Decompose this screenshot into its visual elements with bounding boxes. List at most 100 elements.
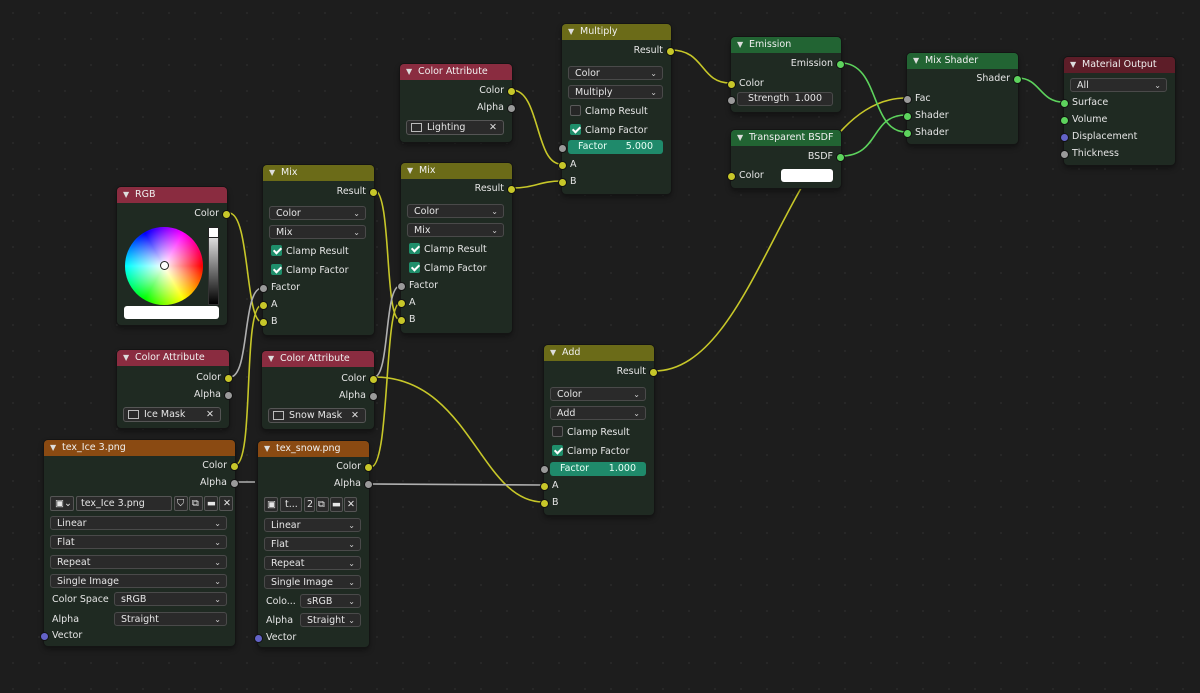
a-socket[interactable] <box>259 301 268 310</box>
checkbox-checked-icon[interactable] <box>409 262 420 273</box>
mix-node-2[interactable]: ▼ Mix Result Color ⌄ Mix ⌄ Clamp Result Cla… <box>397 163 516 333</box>
close-icon[interactable]: ✕ <box>219 496 233 511</box>
emission-socket[interactable] <box>836 60 845 69</box>
color-attribute-lighting-node[interactable]: ▼ Color Attribute Color Alpha Lighting ✕ <box>400 64 516 142</box>
color-swatch[interactable] <box>781 169 833 182</box>
clamp-factor-checkbox[interactable]: Clamp Factor <box>401 260 512 277</box>
mix-shader-node[interactable]: ▼ Mix Shader Shader Fac Shader Shader <box>903 53 1022 144</box>
extension-dropdown[interactable]: Repeat ⌄ <box>50 555 227 569</box>
collapse-chevron-icon[interactable]: ▼ <box>550 345 562 361</box>
factor-socket[interactable] <box>397 282 406 291</box>
projection-dropdown[interactable]: Flat ⌄ <box>264 537 361 551</box>
data-type-dropdown[interactable]: Color ⌄ <box>550 387 646 401</box>
collapse-chevron-icon[interactable]: ▼ <box>406 64 418 80</box>
image-texture-snow-node[interactable]: ▼ tex_snow.png Color Alpha ▣ t... 2 ⧉ ▬ ✕… <box>254 441 373 647</box>
clamp-result-checkbox[interactable]: Clamp Result <box>562 103 671 120</box>
result-socket[interactable] <box>666 47 675 56</box>
thickness-socket[interactable] <box>1060 150 1069 159</box>
factor-socket[interactable] <box>540 465 549 474</box>
collapse-chevron-icon[interactable]: ▼ <box>268 351 280 367</box>
node-header[interactable]: ▼ Color Attribute <box>262 351 374 367</box>
collapse-chevron-icon[interactable]: ▼ <box>737 37 749 53</box>
node-header[interactable]: ▼ RGB <box>117 187 227 203</box>
checkbox-checked-icon[interactable] <box>570 124 581 135</box>
fac-socket[interactable] <box>903 95 912 104</box>
node-header[interactable]: ▼ Color Attribute <box>117 350 229 366</box>
collapse-chevron-icon[interactable]: ▼ <box>913 53 925 69</box>
b-socket[interactable] <box>259 318 268 327</box>
alpha-socket[interactable] <box>230 479 239 488</box>
collapse-chevron-icon[interactable]: ▼ <box>407 163 419 179</box>
color-space-dropdown[interactable]: sRGB ⌄ <box>114 592 227 606</box>
alpha-socket[interactable] <box>507 104 516 113</box>
result-socket[interactable] <box>649 368 658 377</box>
extension-dropdown[interactable]: Repeat ⌄ <box>264 556 361 570</box>
image-selector[interactable]: ▣ t... 2 ⧉ ▬ ✕ <box>264 497 363 513</box>
collapse-chevron-icon[interactable]: ▼ <box>737 130 749 146</box>
collapse-chevron-icon[interactable]: ▼ <box>1070 57 1082 73</box>
target-dropdown[interactable]: All ⌄ <box>1070 78 1167 92</box>
vector-socket[interactable] <box>254 634 263 643</box>
color-socket[interactable] <box>224 374 233 383</box>
vector-socket[interactable] <box>40 632 49 641</box>
fake-user-shield-icon[interactable]: ⛉ <box>174 496 188 511</box>
alpha-socket[interactable] <box>364 480 373 489</box>
factor-field[interactable]: Factor 1.000 <box>550 462 646 476</box>
node-header[interactable]: ▼ Material Output <box>1064 57 1175 73</box>
color-socket[interactable] <box>364 463 373 472</box>
blend-mode-dropdown[interactable]: Add ⌄ <box>550 406 646 420</box>
color-socket[interactable] <box>507 87 516 96</box>
node-header[interactable]: ▼ Transparent BSDF <box>731 130 841 146</box>
color-wheel-cursor[interactable] <box>160 261 169 270</box>
alpha-socket[interactable] <box>224 391 233 400</box>
collapse-chevron-icon[interactable]: ▼ <box>269 165 281 181</box>
folder-icon[interactable]: ▬ <box>204 496 218 511</box>
clamp-factor-checkbox[interactable]: Clamp Factor <box>263 262 374 279</box>
b-socket[interactable] <box>397 316 406 325</box>
image-name-field[interactable]: tex_Ice 3.png <box>76 496 172 511</box>
node-header[interactable]: ▼ Mix <box>263 165 374 181</box>
strength-field[interactable]: Strength 1.000 <box>737 92 833 106</box>
clamp-result-checkbox[interactable]: Clamp Result <box>401 241 512 258</box>
a-socket[interactable] <box>540 482 549 491</box>
close-icon[interactable]: ✕ <box>344 497 357 512</box>
shader-socket[interactable] <box>1013 75 1022 84</box>
folder-icon[interactable]: ▬ <box>330 497 343 512</box>
rgb-node[interactable]: ▼ RGB Color <box>117 187 231 325</box>
node-header[interactable]: ▼ tex_Ice 3.png <box>44 440 235 456</box>
blend-mode-dropdown[interactable]: Mix ⌄ <box>269 225 366 239</box>
surface-socket[interactable] <box>1060 99 1069 108</box>
result-socket[interactable] <box>369 188 378 197</box>
clamp-result-checkbox[interactable]: Clamp Result <box>544 424 654 441</box>
color-socket[interactable] <box>230 462 239 471</box>
collapse-chevron-icon[interactable]: ▼ <box>50 440 62 456</box>
node-header[interactable]: ▼ tex_snow.png <box>258 441 369 457</box>
b-socket[interactable] <box>540 499 549 508</box>
color-space-dropdown[interactable]: sRGB ⌄ <box>300 594 361 608</box>
clamp-result-checkbox[interactable]: Clamp Result <box>263 243 374 260</box>
image-selector[interactable]: ▣⌄ tex_Ice 3.png ⛉ ⧉ ▬ ✕ <box>50 496 233 512</box>
checkbox-checked-icon[interactable] <box>552 445 563 456</box>
data-type-dropdown[interactable]: Color ⌄ <box>269 206 366 220</box>
clear-icon[interactable]: ✕ <box>206 408 214 422</box>
source-dropdown[interactable]: Single Image ⌄ <box>50 574 227 588</box>
attribute-field[interactable]: Snow Mask ✕ <box>268 408 366 423</box>
checkbox-checked-icon[interactable] <box>271 245 282 256</box>
checkbox-checked-icon[interactable] <box>271 264 282 275</box>
blend-mode-dropdown[interactable]: Mix ⌄ <box>407 223 504 237</box>
collapse-chevron-icon[interactable]: ▼ <box>123 350 135 366</box>
node-header[interactable]: ▼ Add <box>544 345 654 361</box>
clamp-factor-checkbox[interactable]: Clamp Factor <box>562 122 671 139</box>
color-socket[interactable] <box>222 210 231 219</box>
clear-icon[interactable]: ✕ <box>489 121 497 135</box>
factor-field[interactable]: Factor 5.000 <box>568 140 663 154</box>
alpha-mode-dropdown[interactable]: Straight ⌄ <box>300 613 361 627</box>
color-attribute-snow-mask-node[interactable]: ▼ Color Attribute Color Alpha Snow Mask ✕ <box>262 351 378 429</box>
collapse-chevron-icon[interactable]: ▼ <box>568 24 580 40</box>
factor-socket[interactable] <box>259 284 268 293</box>
image-browse-icon[interactable]: ▣ <box>264 497 278 512</box>
add-node[interactable]: ▼ Add Result Color ⌄ Add ⌄ Clamp Result Cla… <box>540 345 658 515</box>
image-browse-icon[interactable]: ▣⌄ <box>50 496 74 511</box>
data-type-dropdown[interactable]: Color ⌄ <box>568 66 663 80</box>
displacement-socket[interactable] <box>1060 133 1069 142</box>
